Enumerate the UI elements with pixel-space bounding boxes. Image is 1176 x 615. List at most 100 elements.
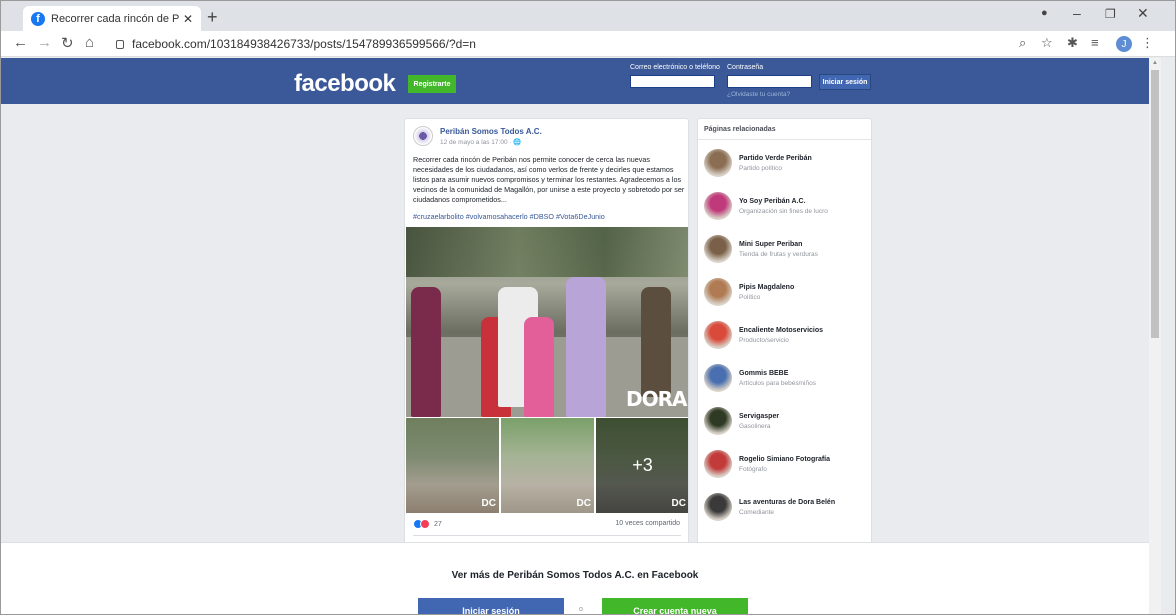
scroll-up-icon[interactable]: ▲ <box>1152 60 1158 66</box>
related-page-avatar[interactable] <box>704 493 732 521</box>
create-account-button[interactable]: Crear cuenta nueva <box>602 598 748 614</box>
more-photos-count: +3 <box>632 455 653 475</box>
related-page-text: Rogelio Simiano Fotografía Fotógrafo <box>739 456 830 473</box>
photo-trees <box>406 227 688 277</box>
related-page-name[interactable]: Yo Soy Peribán A.C. <box>739 198 828 205</box>
page-name-link[interactable]: Peribán Somos Todos A.C. <box>440 127 542 136</box>
related-page-text: Pipis Magdaleno Político <box>739 284 794 301</box>
related-page-item[interactable]: Gommis BEBE Artículos para bebés/niños <box>704 361 869 395</box>
media-control-icon[interactable]: ● <box>1041 7 1048 19</box>
related-page-text: Mini Super Periban Tienda de frutas y ver… <box>739 241 818 258</box>
related-page-text: Encaliente Motoservicios Producto/servici… <box>739 327 823 344</box>
related-page-avatar[interactable] <box>704 450 732 478</box>
related-page-text: Yo Soy Peribán A.C. Organización sin fine… <box>739 198 828 215</box>
related-page-category: Partido político <box>739 164 782 172</box>
window-close-icon[interactable]: ✕ <box>1137 5 1149 22</box>
related-page-text: Gommis BEBE Artículos para bebés/niños <box>739 370 816 387</box>
related-page-name[interactable]: Servigasper <box>739 413 779 420</box>
post-divider <box>413 535 681 536</box>
login-prompt-bar: Ver más de Peribán Somos Todos A.C. en F… <box>1 542 1149 614</box>
related-page-avatar[interactable] <box>704 364 732 392</box>
url-text[interactable]: facebook.com/103184938426733/posts/15478… <box>132 37 476 51</box>
post-text: Recorrer cada rincón de Peribán nos perm… <box>413 155 685 204</box>
related-page-item[interactable]: Rogelio Simiano Fotografía Fotógrafo <box>704 447 869 481</box>
header-login-button[interactable]: Iniciar sesión <box>819 74 871 90</box>
browser-window: f Recorrer cada rincón de Peribán ✕ + ● … <box>0 0 1176 615</box>
restore-icon[interactable]: ❐ <box>1105 7 1116 21</box>
related-page-item[interactable]: Partido Verde Peribán Partido político <box>704 146 869 180</box>
photo-thumbnail-more[interactable]: +3 DC <box>596 418 688 513</box>
related-page-category: Artículos para bebés/niños <box>739 379 816 387</box>
password-input[interactable] <box>727 75 812 88</box>
photo-thumbnail[interactable]: DC <box>501 418 594 513</box>
forgot-account-link[interactable]: ¿Olvidaste tu cuenta? <box>727 91 790 98</box>
related-page-name[interactable]: Gommis BEBE <box>739 370 816 377</box>
related-page-avatar[interactable] <box>704 321 732 349</box>
page-scrollbar[interactable]: ▲ <box>1149 58 1161 614</box>
related-page-avatar[interactable] <box>704 192 732 220</box>
register-button[interactable]: Registrarte <box>408 75 456 93</box>
related-page-text: Servigasper Gasolinera <box>739 413 779 430</box>
tab-title: Recorrer cada rincón de Peribán <box>51 12 179 25</box>
tab-close-icon[interactable]: ✕ <box>183 12 193 26</box>
photo-watermark: DORA <box>626 387 687 411</box>
related-page-item[interactable]: Servigasper Gasolinera <box>704 404 869 438</box>
globe-icon: 🌐 <box>513 138 522 146</box>
related-page-avatar[interactable] <box>704 149 732 177</box>
related-page-name[interactable]: Partido Verde Peribán <box>739 155 812 162</box>
love-reaction-icon <box>420 519 430 529</box>
share-count[interactable]: 10 veces compartido <box>615 520 680 527</box>
reading-list-icon[interactable]: ≡ <box>1091 35 1099 50</box>
page-avatar[interactable] <box>413 126 433 146</box>
minimize-icon[interactable]: – <box>1073 5 1081 21</box>
photo-person <box>641 287 671 397</box>
browser-tab[interactable]: f Recorrer cada rincón de Peribán ✕ <box>23 6 201 31</box>
zoom-icon[interactable]: ⌕ <box>1019 35 1026 51</box>
profile-icon[interactable]: J <box>1116 36 1132 52</box>
photo-person <box>566 277 606 417</box>
star-icon[interactable]: ☆ <box>1041 35 1053 51</box>
forward-icon[interactable]: → <box>37 34 52 51</box>
tab-strip: f Recorrer cada rincón de Peribán ✕ + ● … <box>1 1 1175 31</box>
photo-thumbnails: DC DC +3 DC <box>406 418 688 513</box>
scrollbar-thumb[interactable] <box>1151 70 1159 338</box>
reaction-count: 27 <box>434 520 442 528</box>
related-page-category: Fotógrafo <box>739 465 767 473</box>
related-page-category: Comediante <box>739 508 775 516</box>
related-page-name[interactable]: Encaliente Motoservicios <box>739 327 823 334</box>
related-page-item[interactable]: Las aventuras de Dora Belén Comediante <box>704 490 869 524</box>
post-header: Peribán Somos Todos A.C. 12 de mayo a la… <box>413 126 542 146</box>
related-page-text: Partido Verde Peribán Partido político <box>739 155 812 172</box>
related-page-category: Organización sin fines de lucro <box>739 207 828 215</box>
reactions-summary[interactable]: 27 <box>413 519 442 529</box>
related-page-name[interactable]: Mini Super Periban <box>739 241 818 248</box>
facebook-header: facebook Registrarte Correo electrónico … <box>1 58 1149 104</box>
related-page-item[interactable]: Pipis Magdaleno Político <box>704 275 869 309</box>
related-page-item[interactable]: Encaliente Motoservicios Producto/servici… <box>704 318 869 352</box>
related-page-avatar[interactable] <box>704 235 732 263</box>
extensions-icon[interactable]: ✱ <box>1067 35 1078 51</box>
related-page-avatar[interactable] <box>704 278 732 306</box>
reload-icon[interactable]: ↻ <box>61 34 74 52</box>
menu-icon[interactable]: ⋮ <box>1141 35 1154 51</box>
post-date[interactable]: 12 de mayo a las 17:00 · 🌐 <box>440 138 542 146</box>
email-input[interactable] <box>630 75 715 88</box>
related-page-name[interactable]: Pipis Magdaleno <box>739 284 794 291</box>
related-page-name[interactable]: Las aventuras de Dora Belén <box>739 499 835 506</box>
related-page-item[interactable]: Mini Super Periban Tienda de frutas y ver… <box>704 232 869 266</box>
address-bar[interactable]: facebook.com/103184938426733/posts/15478… <box>116 34 996 54</box>
back-icon[interactable]: ← <box>13 34 28 51</box>
password-label: Contraseña <box>727 64 764 71</box>
home-icon[interactable]: ⌂ <box>85 34 94 51</box>
email-label: Correo electrónico o teléfono <box>630 64 720 71</box>
related-page-avatar[interactable] <box>704 407 732 435</box>
or-text: o <box>579 606 583 613</box>
post-hashtags[interactable]: #cruzaelarbolito #volvamosahacerlo #DBSO… <box>413 212 605 221</box>
related-page-item[interactable]: Yo Soy Peribán A.C. Organización sin fine… <box>704 189 869 223</box>
login-button[interactable]: Iniciar sesión <box>418 598 564 614</box>
related-page-name[interactable]: Rogelio Simiano Fotografía <box>739 456 830 463</box>
post-main-photo[interactable]: DORA <box>406 227 688 417</box>
facebook-logo[interactable]: facebook <box>294 70 396 98</box>
new-tab-button[interactable]: + <box>207 7 218 28</box>
photo-thumbnail[interactable]: DC <box>406 418 499 513</box>
